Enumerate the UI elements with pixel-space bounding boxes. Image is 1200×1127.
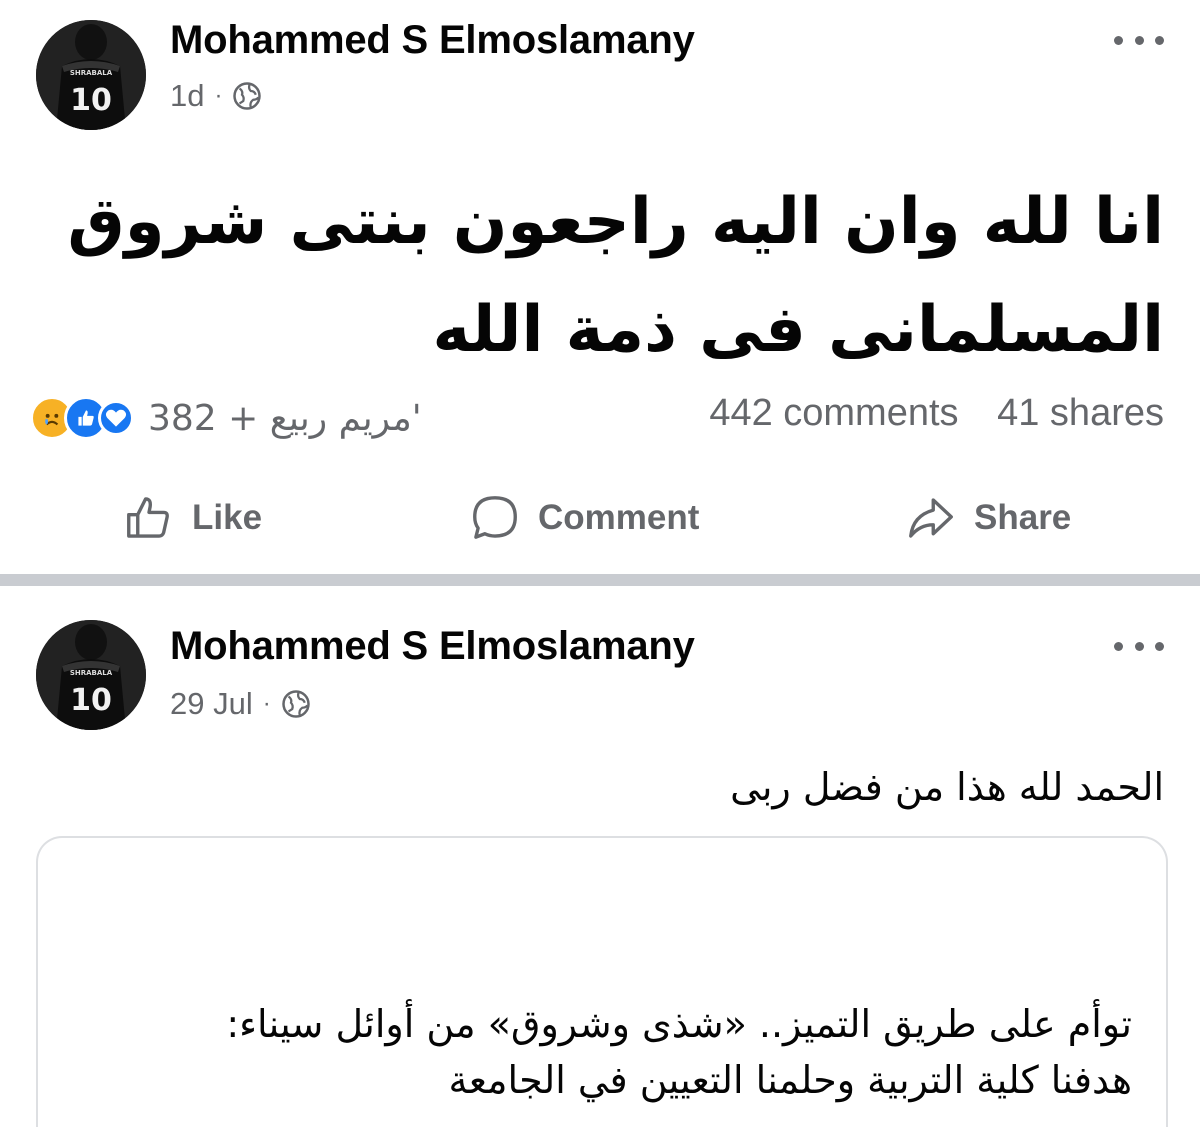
jersey-name: SHRABALA <box>70 669 113 677</box>
globe-icon <box>233 82 262 110</box>
love-reaction-icon <box>98 400 134 436</box>
link-preview-line: هدفنا كلية التربية وحلمنا التعيين في الج… <box>448 1058 1132 1102</box>
feed: SHRABALA 10 Mohammed S Elmoslamany 1d · … <box>0 0 1200 1127</box>
avatar[interactable]: SHRABALA 10 <box>36 620 146 730</box>
post-caption: الحمد لله هذا من فضل ربى <box>730 765 1164 809</box>
comments-count[interactable]: 442 comments <box>709 392 958 434</box>
post-meta: 29 Jul · <box>170 686 311 722</box>
post-1: SHRABALA 10 Mohammed S Elmoslamany 1d · … <box>0 0 1200 574</box>
share-label: Share <box>974 498 1072 537</box>
jersey-name: SHRABALA <box>70 69 113 77</box>
shares-count[interactable]: 41 shares <box>997 392 1164 434</box>
engagement-counts: 442 comments 41 shares <box>709 392 1164 435</box>
post-stats: 382 + مريم ربيع' 442 comments 41 shares <box>30 392 1164 442</box>
post-time[interactable]: 1d <box>170 78 204 114</box>
meta-separator: · <box>214 82 223 109</box>
avatar-image: SHRABALA 10 <box>36 620 146 730</box>
dot-icon <box>1134 35 1144 45</box>
link-preview-card[interactable]: توأم على طريق التميز.. «شذى وشروق» من أو… <box>36 836 1168 1127</box>
reactions-summary[interactable]: 382 + مريم ربيع' <box>30 396 422 440</box>
post-2: SHRABALA 10 Mohammed S Elmoslamany 29 Ju… <box>0 586 1200 1127</box>
post-divider <box>0 574 1200 586</box>
avatar-image: SHRABALA 10 <box>36 20 146 130</box>
post-author[interactable]: Mohammed S Elmoslamany <box>170 624 695 669</box>
jersey-number: 10 <box>70 83 112 118</box>
link-preview-title: توأم على طريق التميز.. «شذى وشروق» من أو… <box>72 996 1132 1108</box>
post-author[interactable]: Mohammed S Elmoslamany <box>170 18 695 63</box>
meta-separator: · <box>262 690 271 717</box>
thumbs-up-icon <box>127 497 169 538</box>
dot-icon <box>1134 641 1144 651</box>
share-button[interactable]: Share <box>904 488 1071 548</box>
link-preview-line: توأم على طريق التميز.. «شذى وشروق» من أو… <box>226 1002 1132 1046</box>
comment-label: Comment <box>538 498 700 537</box>
more-options-button[interactable] <box>1114 636 1164 656</box>
post-time[interactable]: 29 Jul <box>170 686 253 722</box>
like-label: Like <box>192 498 263 537</box>
comment-button[interactable]: Comment <box>468 488 699 548</box>
share-icon <box>909 498 953 538</box>
reactions-count: 382 + مريم ربيع' <box>148 397 422 439</box>
more-options-button[interactable] <box>1114 30 1164 50</box>
like-button[interactable]: Like <box>122 488 262 548</box>
globe-icon <box>281 690 310 718</box>
post-meta: 1d · <box>170 78 262 114</box>
jersey-number: 10 <box>70 683 112 718</box>
dot-icon <box>1114 641 1123 651</box>
dot-icon <box>1114 35 1123 45</box>
avatar[interactable]: SHRABALA 10 <box>36 20 146 130</box>
post-actions: Like Comment Share <box>0 488 1200 548</box>
dot-icon <box>1155 641 1164 651</box>
post-body-line: المسلمانى فى ذمة الله <box>432 293 1164 367</box>
post-body: انا لله وان اليه راجعون بنتى شروق المسلم… <box>44 168 1164 384</box>
post-body-line: انا لله وان اليه راجعون بنتى شروق <box>67 185 1164 259</box>
comment-icon <box>473 496 517 539</box>
dot-icon <box>1155 35 1164 45</box>
